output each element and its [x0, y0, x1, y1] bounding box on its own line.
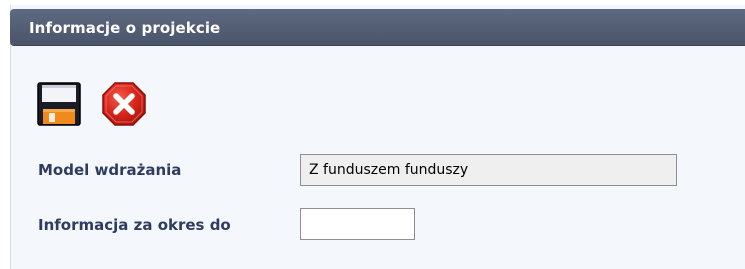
- cancel-button[interactable]: [101, 81, 146, 126]
- period-label: Informacja za okres do: [38, 216, 231, 234]
- model-label: Model wdrażania: [38, 161, 182, 179]
- save-button[interactable]: [37, 82, 81, 126]
- model-field[interactable]: [300, 154, 677, 186]
- floppy-disk-icon: [37, 82, 81, 126]
- period-date-field[interactable]: [300, 208, 415, 240]
- panel-title: Informacje o projekcie: [29, 19, 221, 37]
- red-octagon-x-icon: [102, 82, 146, 126]
